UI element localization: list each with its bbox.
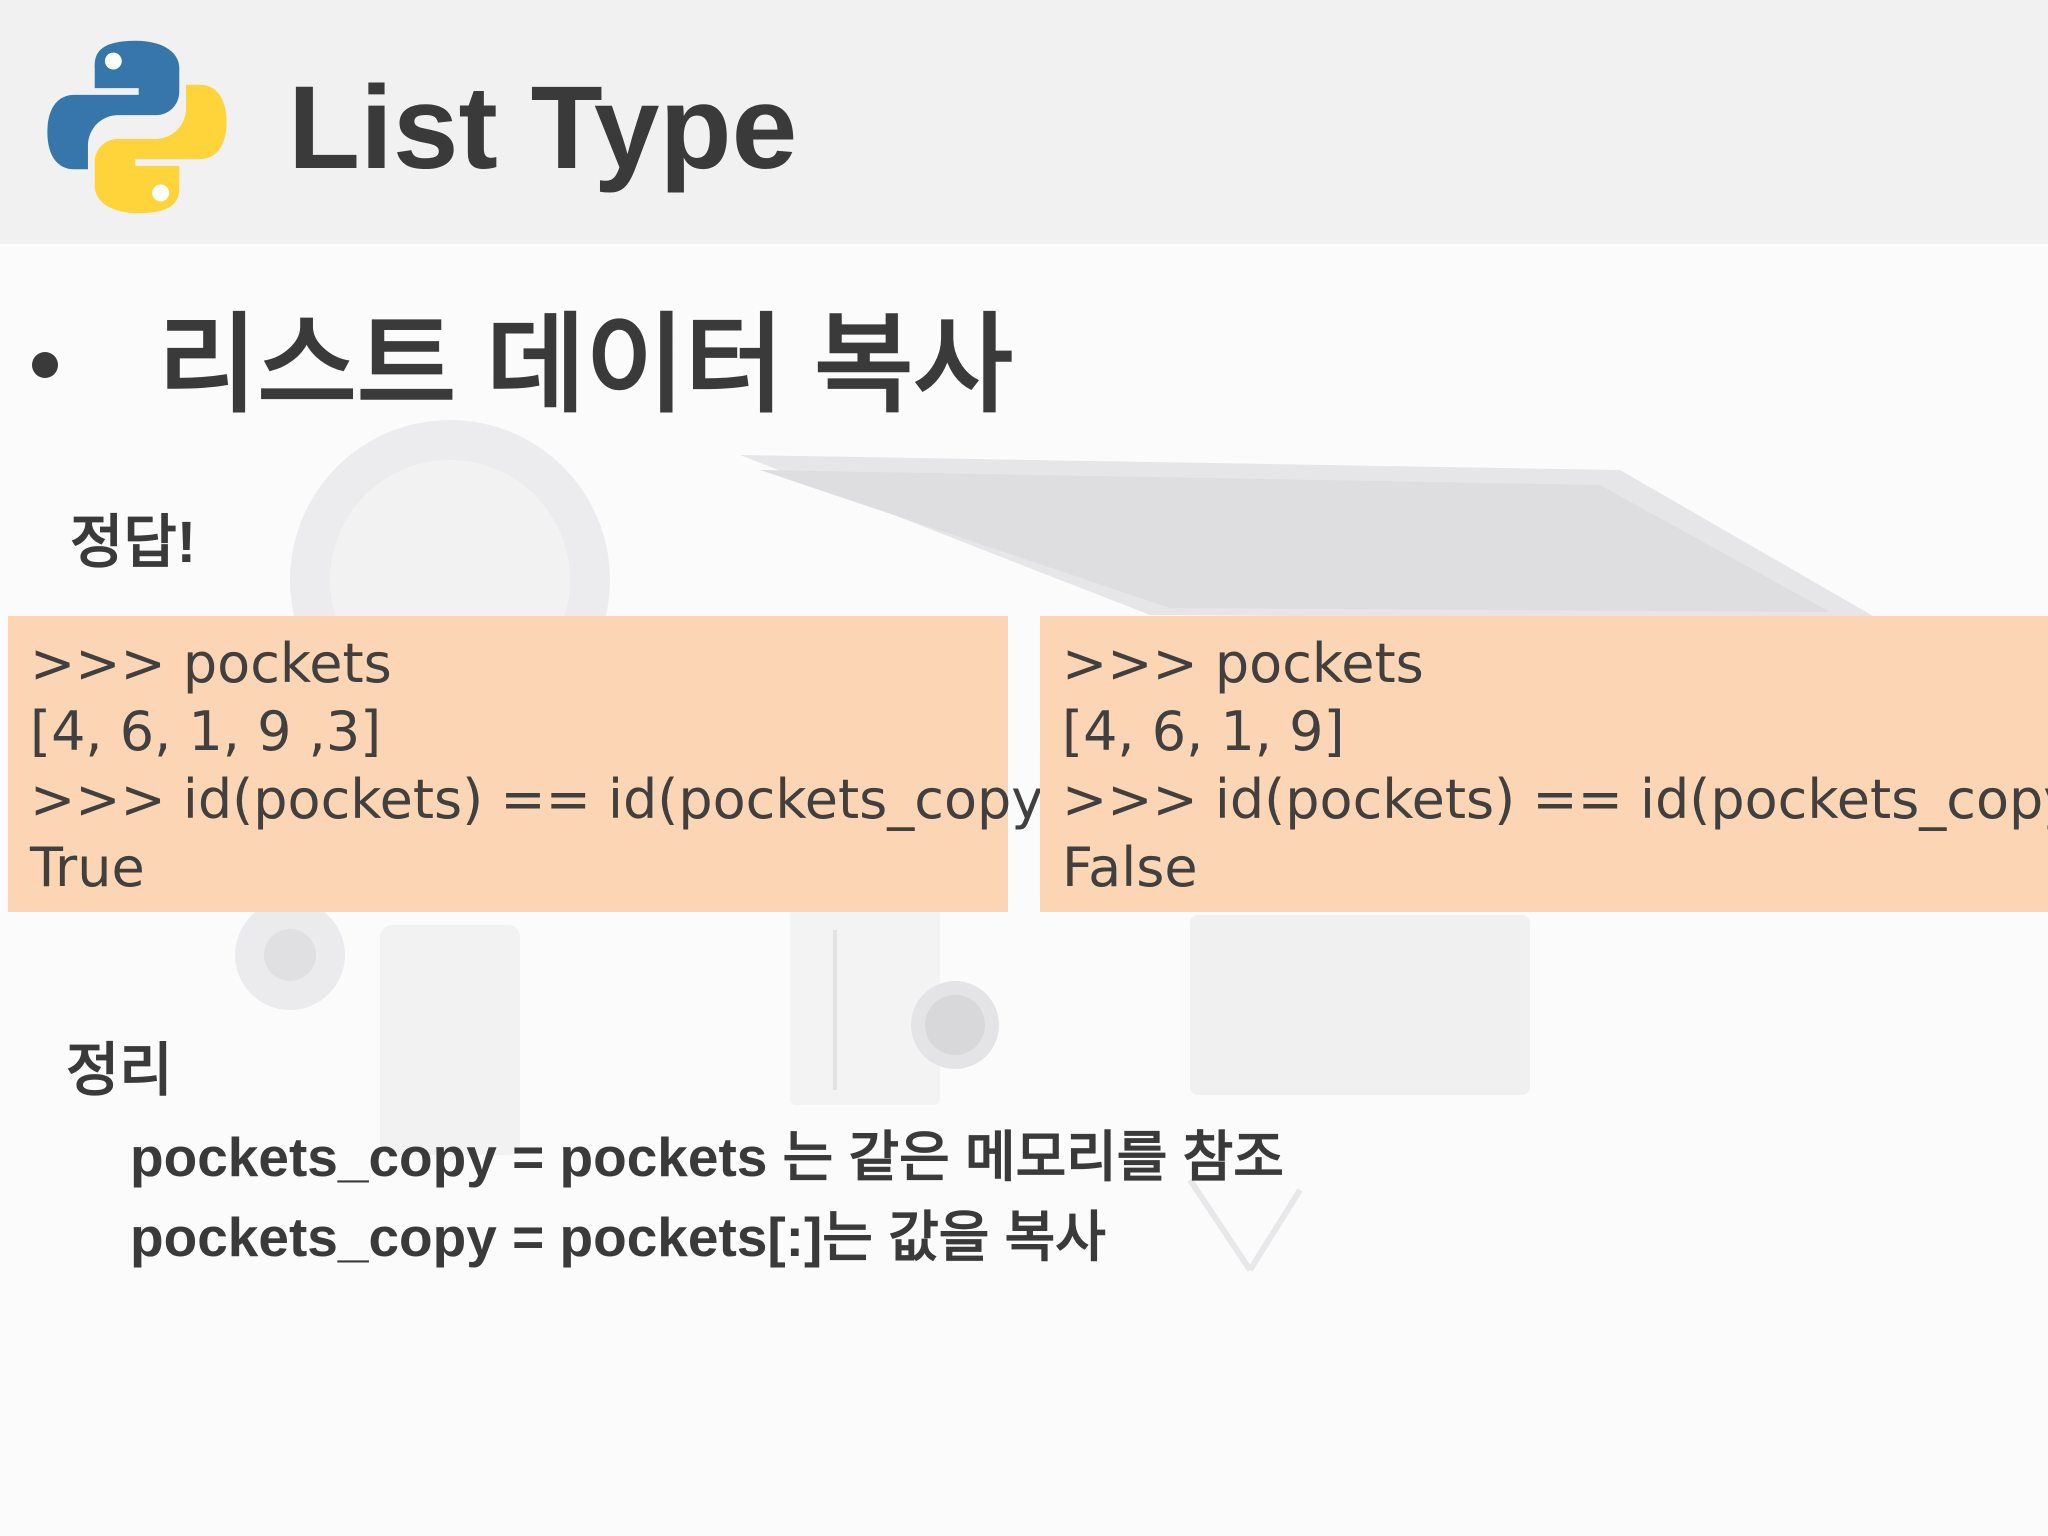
code-block-left: >>> pockets [4, 6, 1, 9 ,3] >>> id(pocke… — [8, 616, 1065, 912]
summary-line: pockets_copy = pockets[:]는 값을 복사 — [130, 1206, 1106, 1268]
summary-label: 정리 — [66, 1038, 173, 1103]
code-line: >>> pockets — [1062, 632, 1424, 695]
code-line: [4, 6, 1, 9 ,3] — [30, 700, 382, 763]
bullet-icon — [32, 352, 58, 378]
code-line: False — [1062, 836, 1198, 899]
slide-title: List Type — [288, 62, 798, 194]
code-block-right: >>> pockets [4, 6, 1, 9] >>> id(pockets)… — [1040, 616, 2048, 912]
python-logo-icon — [47, 40, 227, 214]
slide: List Type 리스트 데이터 복사 정답! >>> pockets [4,… — [0, 0, 2048, 1536]
code-line: >>> id(pockets) == id(pockets_copy) — [30, 768, 1065, 831]
code-line: >>> id(pockets) == id(pockets_copy) — [1062, 768, 2048, 831]
code-line: >>> pockets — [30, 632, 392, 695]
code-line: True — [30, 836, 145, 899]
code-line: [4, 6, 1, 9] — [1062, 700, 1345, 763]
section-heading: 리스트 데이터 복사 — [158, 304, 1013, 425]
summary-line: pockets_copy = pockets 는 같은 메모리를 참조 — [130, 1126, 1284, 1188]
answer-label: 정답! — [70, 510, 197, 575]
